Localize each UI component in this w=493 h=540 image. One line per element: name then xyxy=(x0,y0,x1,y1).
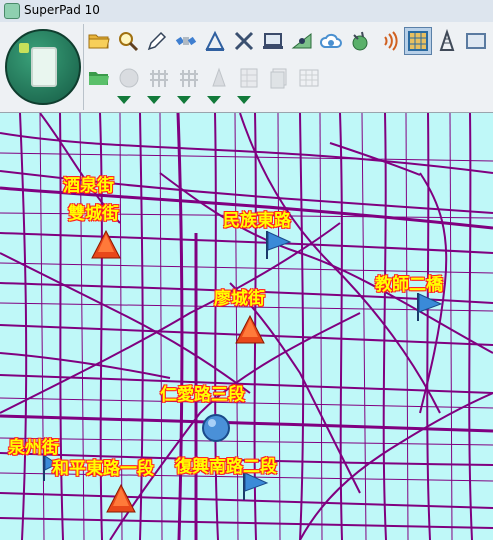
crossed-tools-icon xyxy=(234,31,254,51)
street-label: 教師二橋 xyxy=(375,275,443,295)
street-label: 和平東路一段 xyxy=(52,459,154,479)
cloud-sync-icon xyxy=(319,33,342,48)
magnifier-icon xyxy=(119,32,139,52)
toolbar-separator xyxy=(83,24,84,110)
copy-doc-icon xyxy=(270,68,287,89)
globe-button[interactable] xyxy=(346,27,374,55)
measure-button[interactable] xyxy=(201,27,229,55)
app-logo xyxy=(5,29,81,105)
circle-record-icon xyxy=(119,68,139,88)
search-button[interactable] xyxy=(114,27,142,55)
title-bar: SuperPad 10 xyxy=(0,0,493,23)
folder-green-icon xyxy=(89,72,109,85)
ruler-triangle-icon xyxy=(205,30,225,51)
toolbar xyxy=(0,22,493,113)
chart-panel-button[interactable] xyxy=(462,27,490,55)
signal-button[interactable] xyxy=(375,27,403,55)
chevron-down-icon[interactable] xyxy=(177,96,191,104)
folder-open-icon xyxy=(88,34,110,49)
chevron-down-icon[interactable] xyxy=(117,96,131,104)
open-folder-button[interactable] xyxy=(85,27,113,55)
grid-doc-button[interactable] xyxy=(235,64,263,92)
eye-map-icon xyxy=(291,32,312,49)
tools-button[interactable] xyxy=(230,27,258,55)
warning-cone-icon[interactable] xyxy=(90,230,122,260)
cone-icon xyxy=(212,67,226,87)
chart-panel-icon xyxy=(466,33,486,49)
cone-button[interactable] xyxy=(205,64,233,92)
globe-antenna-icon xyxy=(352,31,368,51)
cloud-sync-button[interactable] xyxy=(317,27,345,55)
grid-map-icon xyxy=(408,31,428,51)
tower-icon xyxy=(439,29,455,51)
record-button[interactable] xyxy=(115,64,143,92)
open-project-button[interactable] xyxy=(85,64,113,92)
signal-waves-icon xyxy=(384,31,398,51)
warning-cone-icon[interactable] xyxy=(234,315,266,345)
chevron-down-icon[interactable] xyxy=(237,96,251,104)
table-button[interactable] xyxy=(295,64,323,92)
grid-doc-icon xyxy=(240,68,258,88)
pencil-icon xyxy=(147,31,167,51)
current-location-icon[interactable] xyxy=(200,412,232,444)
draw-button[interactable] xyxy=(143,27,171,55)
satellite-graphic xyxy=(19,43,29,53)
fence-icon xyxy=(150,70,168,87)
view-map-button[interactable] xyxy=(288,27,316,55)
flag-icon[interactable] xyxy=(414,291,444,323)
map-canvas[interactable]: 酒泉街 雙城街 民族東路 教師二橋 廖城街 仁愛路三段 泉州街 和平東路一段 復… xyxy=(0,113,493,540)
chevron-down-icon[interactable] xyxy=(207,96,221,104)
fence-2-icon xyxy=(180,70,198,87)
app-icon xyxy=(4,3,20,19)
flag-icon[interactable] xyxy=(263,229,293,261)
satellite-icon xyxy=(175,36,197,46)
tower-button[interactable] xyxy=(433,27,461,55)
street-label: 復興南路二段 xyxy=(175,457,277,477)
street-label: 民族東路 xyxy=(223,211,291,231)
window-title: SuperPad 10 xyxy=(24,3,100,17)
copy-doc-button[interactable] xyxy=(265,64,293,92)
laptop-button[interactable] xyxy=(259,27,287,55)
laptop-icon xyxy=(263,33,283,49)
grid-map-button[interactable] xyxy=(404,27,432,55)
dropdown-arrows xyxy=(117,96,251,104)
satellite-button[interactable] xyxy=(172,27,200,55)
fence-button[interactable] xyxy=(145,64,173,92)
street-label: 廖城街 xyxy=(214,289,265,309)
street-label: 仁愛路三段 xyxy=(160,385,245,405)
table-icon xyxy=(299,69,319,87)
street-label: 雙城街 xyxy=(68,204,119,224)
warning-cone-icon[interactable] xyxy=(105,484,137,514)
fence-2-button[interactable] xyxy=(175,64,203,92)
chevron-down-icon[interactable] xyxy=(147,96,161,104)
street-label: 酒泉街 xyxy=(63,176,114,196)
phone-graphic xyxy=(31,47,57,87)
